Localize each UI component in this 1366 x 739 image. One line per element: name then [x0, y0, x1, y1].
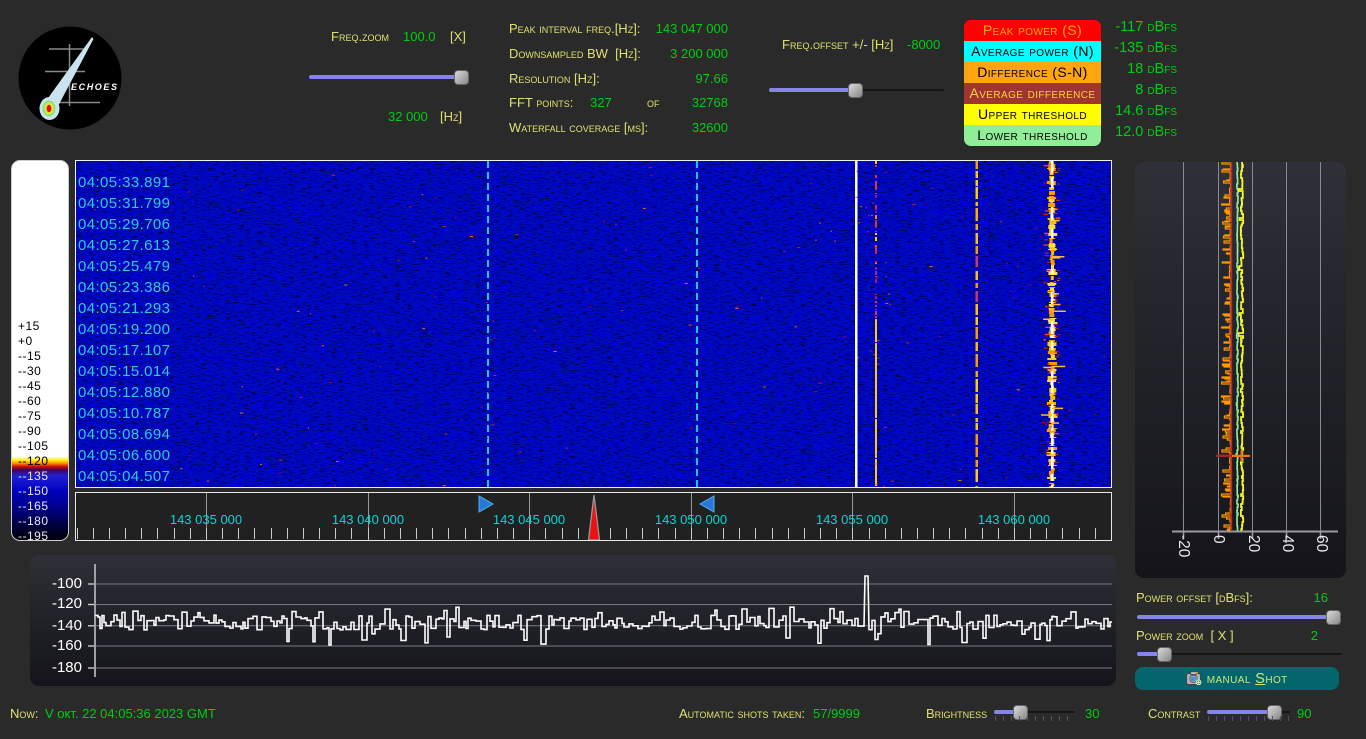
svg-text:ECHOES: ECHOES: [71, 82, 119, 92]
